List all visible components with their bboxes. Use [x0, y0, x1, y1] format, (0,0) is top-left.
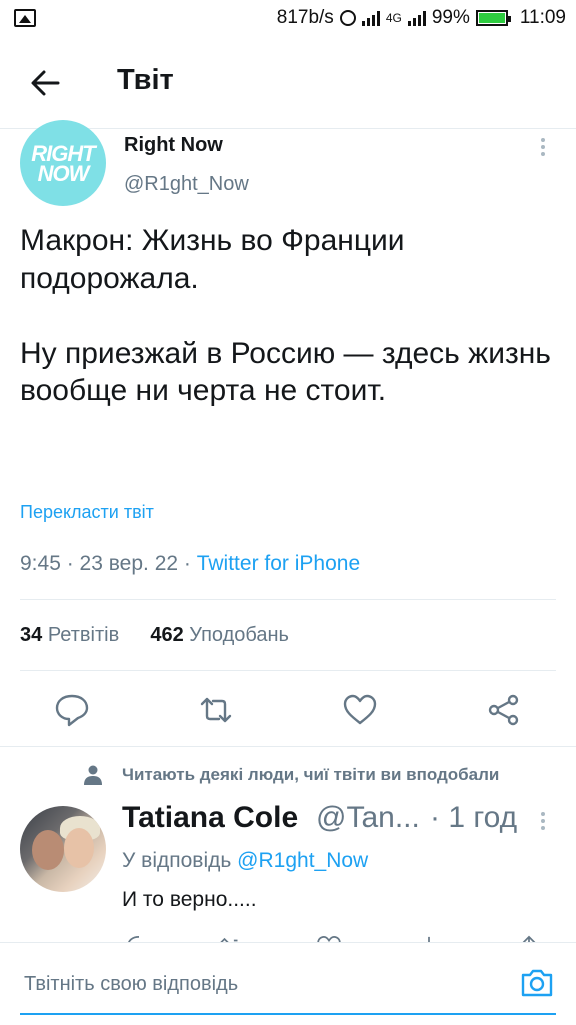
network-type: 4G [385, 11, 402, 25]
reply-author-avatar[interactable] [20, 806, 106, 892]
status-bar: 817b/s 4G 99% 11:09 [0, 0, 576, 40]
translate-link[interactable]: Перекласти твіт [20, 502, 154, 523]
reply-more-options-icon[interactable] [541, 812, 545, 833]
compose-underline [20, 1013, 556, 1015]
tweet-meta: 9:45 · 23 вер. 22 · Twitter for iPhone [20, 552, 360, 576]
tweet-date: 23 вер. 22 [79, 552, 179, 575]
page-title: Твіт [117, 64, 174, 96]
status-bar-right: 817b/s 4G 99% 11:09 [277, 7, 566, 29]
social-context-text: Читають деякі люди, чиї твіти ви вподоба… [122, 765, 500, 784]
avatar-logo: RIGHT NOW [31, 141, 95, 186]
author-name[interactable]: Right Now [124, 134, 223, 157]
avatar-face [64, 828, 94, 868]
tweet-time: 9:45 [20, 552, 61, 575]
camera-icon[interactable] [520, 966, 554, 1000]
network-speed: 817b/s [276, 7, 334, 28]
author-handle[interactable]: @R1ght_Now [124, 173, 249, 196]
tweet-text: Макрон: Жизнь во Франции подорожала. Ну … [20, 224, 551, 407]
retweets-count: 34 [20, 624, 43, 646]
battery-percent: 99% [431, 7, 470, 28]
reply-stats-icon[interactable] [416, 934, 442, 942]
reply-to-handle[interactable]: @R1ght_Now [237, 849, 368, 872]
author-avatar[interactable]: RIGHT NOW [20, 120, 106, 206]
more-options-icon[interactable] [541, 138, 545, 159]
hotspot-icon [339, 10, 356, 26]
divider [20, 599, 556, 600]
reply-actions-partial [0, 934, 576, 942]
reply-icon[interactable] [54, 692, 90, 728]
meta-separator: · [183, 552, 197, 575]
reply-input[interactable]: Твітніть свою відповідь [24, 973, 238, 996]
signal-icon-1 [361, 10, 380, 26]
likes-count: 462 [150, 624, 184, 646]
arrow-left-icon[interactable] [28, 66, 62, 100]
tweet-source[interactable]: Twitter for iPhone [197, 552, 360, 575]
divider [0, 746, 576, 747]
likes-stat[interactable]: 462 Уподобань [150, 624, 289, 646]
likes-label: Уподобань [189, 624, 289, 646]
reply-time: · 1 год [430, 801, 518, 834]
battery-icon [475, 10, 511, 26]
reply-to-line: У відповідь @R1ght_Now [122, 849, 368, 873]
reply-share-icon[interactable] [516, 934, 542, 942]
reply-reply-icon[interactable] [126, 934, 152, 942]
retweet-icon[interactable] [198, 692, 234, 728]
reply-like-icon[interactable] [316, 934, 342, 942]
retweets-label: Ретвітів [47, 624, 120, 646]
reply-text: И то верно..... [122, 888, 257, 911]
battery-fill [478, 13, 505, 23]
share-icon[interactable] [486, 692, 522, 728]
retweets-stat[interactable]: 34 Ретвітів [20, 624, 119, 646]
meta-separator: · [66, 552, 80, 575]
reply-author-handle[interactable]: @Tan... [316, 801, 420, 835]
reply-to-label: У відповідь [122, 849, 232, 872]
tweet-stats: 34 Ретвітів 462 Уподобань [20, 624, 289, 647]
signal-icon-2 [407, 10, 426, 26]
reply-author-name[interactable]: Tatiana Cole [122, 801, 298, 835]
clock: 11:09 [519, 7, 566, 28]
gallery-notification-icon [14, 9, 36, 27]
like-icon[interactable] [342, 692, 378, 728]
reply-retweet-icon[interactable] [218, 934, 244, 942]
divider [20, 670, 556, 671]
person-icon [84, 765, 102, 785]
avatar-face [32, 830, 64, 870]
